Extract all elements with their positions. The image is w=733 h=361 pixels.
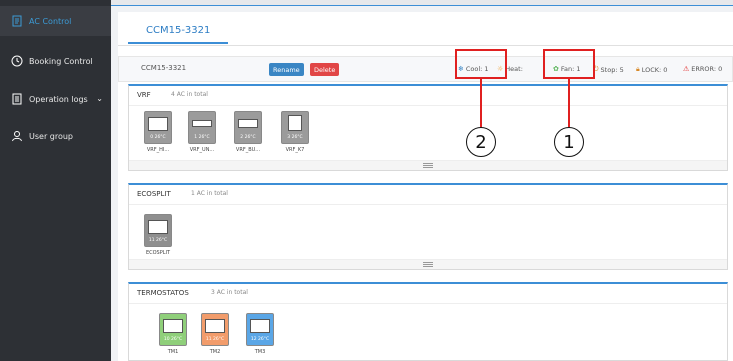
ac-label: TM2 [209,349,221,355]
callout-line-1 [568,79,570,127]
user-icon [11,130,23,142]
group-header: ECOSPLIT 1 AC in total [129,185,727,205]
sidebar-item-label: Operation logs [29,94,88,104]
callout-box-fan [543,49,595,79]
ac-icon [192,120,212,127]
ac-icon [148,117,168,131]
lock-count: LOCK: 0 [641,65,668,74]
group-collapse-handle[interactable] [129,259,727,269]
sidebar-item-label: AC Control [29,16,72,26]
ac-label: TM1 [167,349,179,355]
ac-label: TM3 [254,349,266,355]
ac-unit-vrf-bu[interactable]: 2 26°C [234,111,262,144]
ac-label: VRF_BU... [235,147,261,153]
sidebar-item-operation-logs[interactable]: Operation logs ⌄ [0,84,111,114]
callout-box-cool [455,49,507,79]
group-count: 1 AC in total [191,190,228,197]
top-accent-line [111,5,733,6]
group-header: TERMOSTATOS 3 AC in total [129,284,727,304]
sidebar-item-booking-control[interactable]: Booking Control [0,46,111,76]
sidebar-item-label: User group [29,131,74,141]
group-title: VRF [137,91,151,99]
group-vrf: VRF 4 AC in total 0 26°C VRF_HI... 1 26°… [128,84,728,171]
lock-icon: 🔒︎ [636,65,640,73]
rename-button[interactable]: Rename [269,63,304,76]
document-icon [11,15,23,27]
ac-temps: 12 26°C [250,337,270,342]
ac-temps: 11 26°C [205,337,225,342]
sidebar: AC Control Booking Control Operation log… [0,0,111,361]
lock-status: 🔒︎ LOCK: 0 [636,65,667,74]
ac-unit-tm1[interactable]: 10 26°C [159,313,187,346]
error-count: ERROR: 0 [691,65,723,73]
controller-info-bar: CCM15-3321 Rename Delete ❄ Cool: 1 ☼ Hea… [118,56,733,82]
clock-icon [11,55,23,67]
ac-label: VRF_HI... [146,147,170,153]
controller-name: CCM15-3321 [141,64,187,72]
ac-icon [148,220,168,234]
ac-label: VRF_K7 [285,147,305,153]
ac-icon [238,119,258,128]
ac-icon [250,319,270,333]
ac-temps: 3 26°C [287,135,303,140]
callout-marker-2: 2 [466,127,496,157]
ac-unit-tm3[interactable]: 12 26°C [246,313,274,346]
menu-icon [423,262,433,267]
ac-temps: 1 26°C [194,135,210,140]
ac-icon [205,319,225,333]
group-count: 4 AC in total [171,91,208,98]
group-ecosplit: ECOSPLIT 1 AC in total 11 26°C ECOSPLIT [128,183,728,270]
error-status: ⚠ ERROR: 0 [683,65,722,73]
group-title: ECOSPLIT [137,190,171,198]
ac-label: ECOSPLIT [145,250,171,256]
group-count: 3 AC in total [211,289,248,296]
stop-count: Stop: 5 [600,65,624,74]
heat-count: Heat: [505,65,523,73]
group-collapse-handle[interactable] [129,160,727,170]
document-icon [11,93,23,105]
sidebar-item-user-group[interactable]: User group [0,121,111,151]
stop-status: ⏻ Stop: 5 [593,65,624,74]
ac-temps: 0 26°C [150,135,166,140]
ac-unit-vrf-hi[interactable]: 0 26°C [144,111,172,144]
warning-icon: ⚠ [683,65,690,73]
callout-marker-1: 1 [554,127,584,157]
tab-ccm15-3321[interactable]: CCM15-3321 [128,18,229,44]
ac-label: VRF_UN... [189,147,215,153]
delete-button[interactable]: Delete [310,63,340,76]
ac-unit-vrf-k7[interactable]: 3 26°C [281,111,309,144]
menu-icon [423,163,433,168]
ac-unit-tm2[interactable]: 11 26°C [201,313,229,346]
ac-icon [288,115,302,131]
chevron-down-icon: ⌄ [96,94,103,103]
tab-divider [118,45,733,46]
ac-temps: 10 26°C [163,337,183,342]
ac-temps: 2 26°C [240,135,256,140]
group-termostatos: TERMOSTATOS 3 AC in total 10 26°C TM1 11… [128,282,728,361]
ac-temps: 11 26°C [148,238,168,243]
ac-unit-vrf-un[interactable]: 1 26°C [188,111,216,144]
callout-line-2 [480,79,482,127]
group-header: VRF 4 AC in total [129,86,727,106]
sidebar-item-ac-control[interactable]: AC Control [0,6,111,36]
sidebar-item-label: Booking Control [29,56,93,66]
ac-icon [163,319,183,333]
group-title: TERMOSTATOS [137,289,189,297]
ac-unit-ecosplit[interactable]: 11 26°C [144,214,172,247]
main-panel: CCM15-3321 CCM15-3321 Rename Delete ❄ Co… [118,12,733,361]
